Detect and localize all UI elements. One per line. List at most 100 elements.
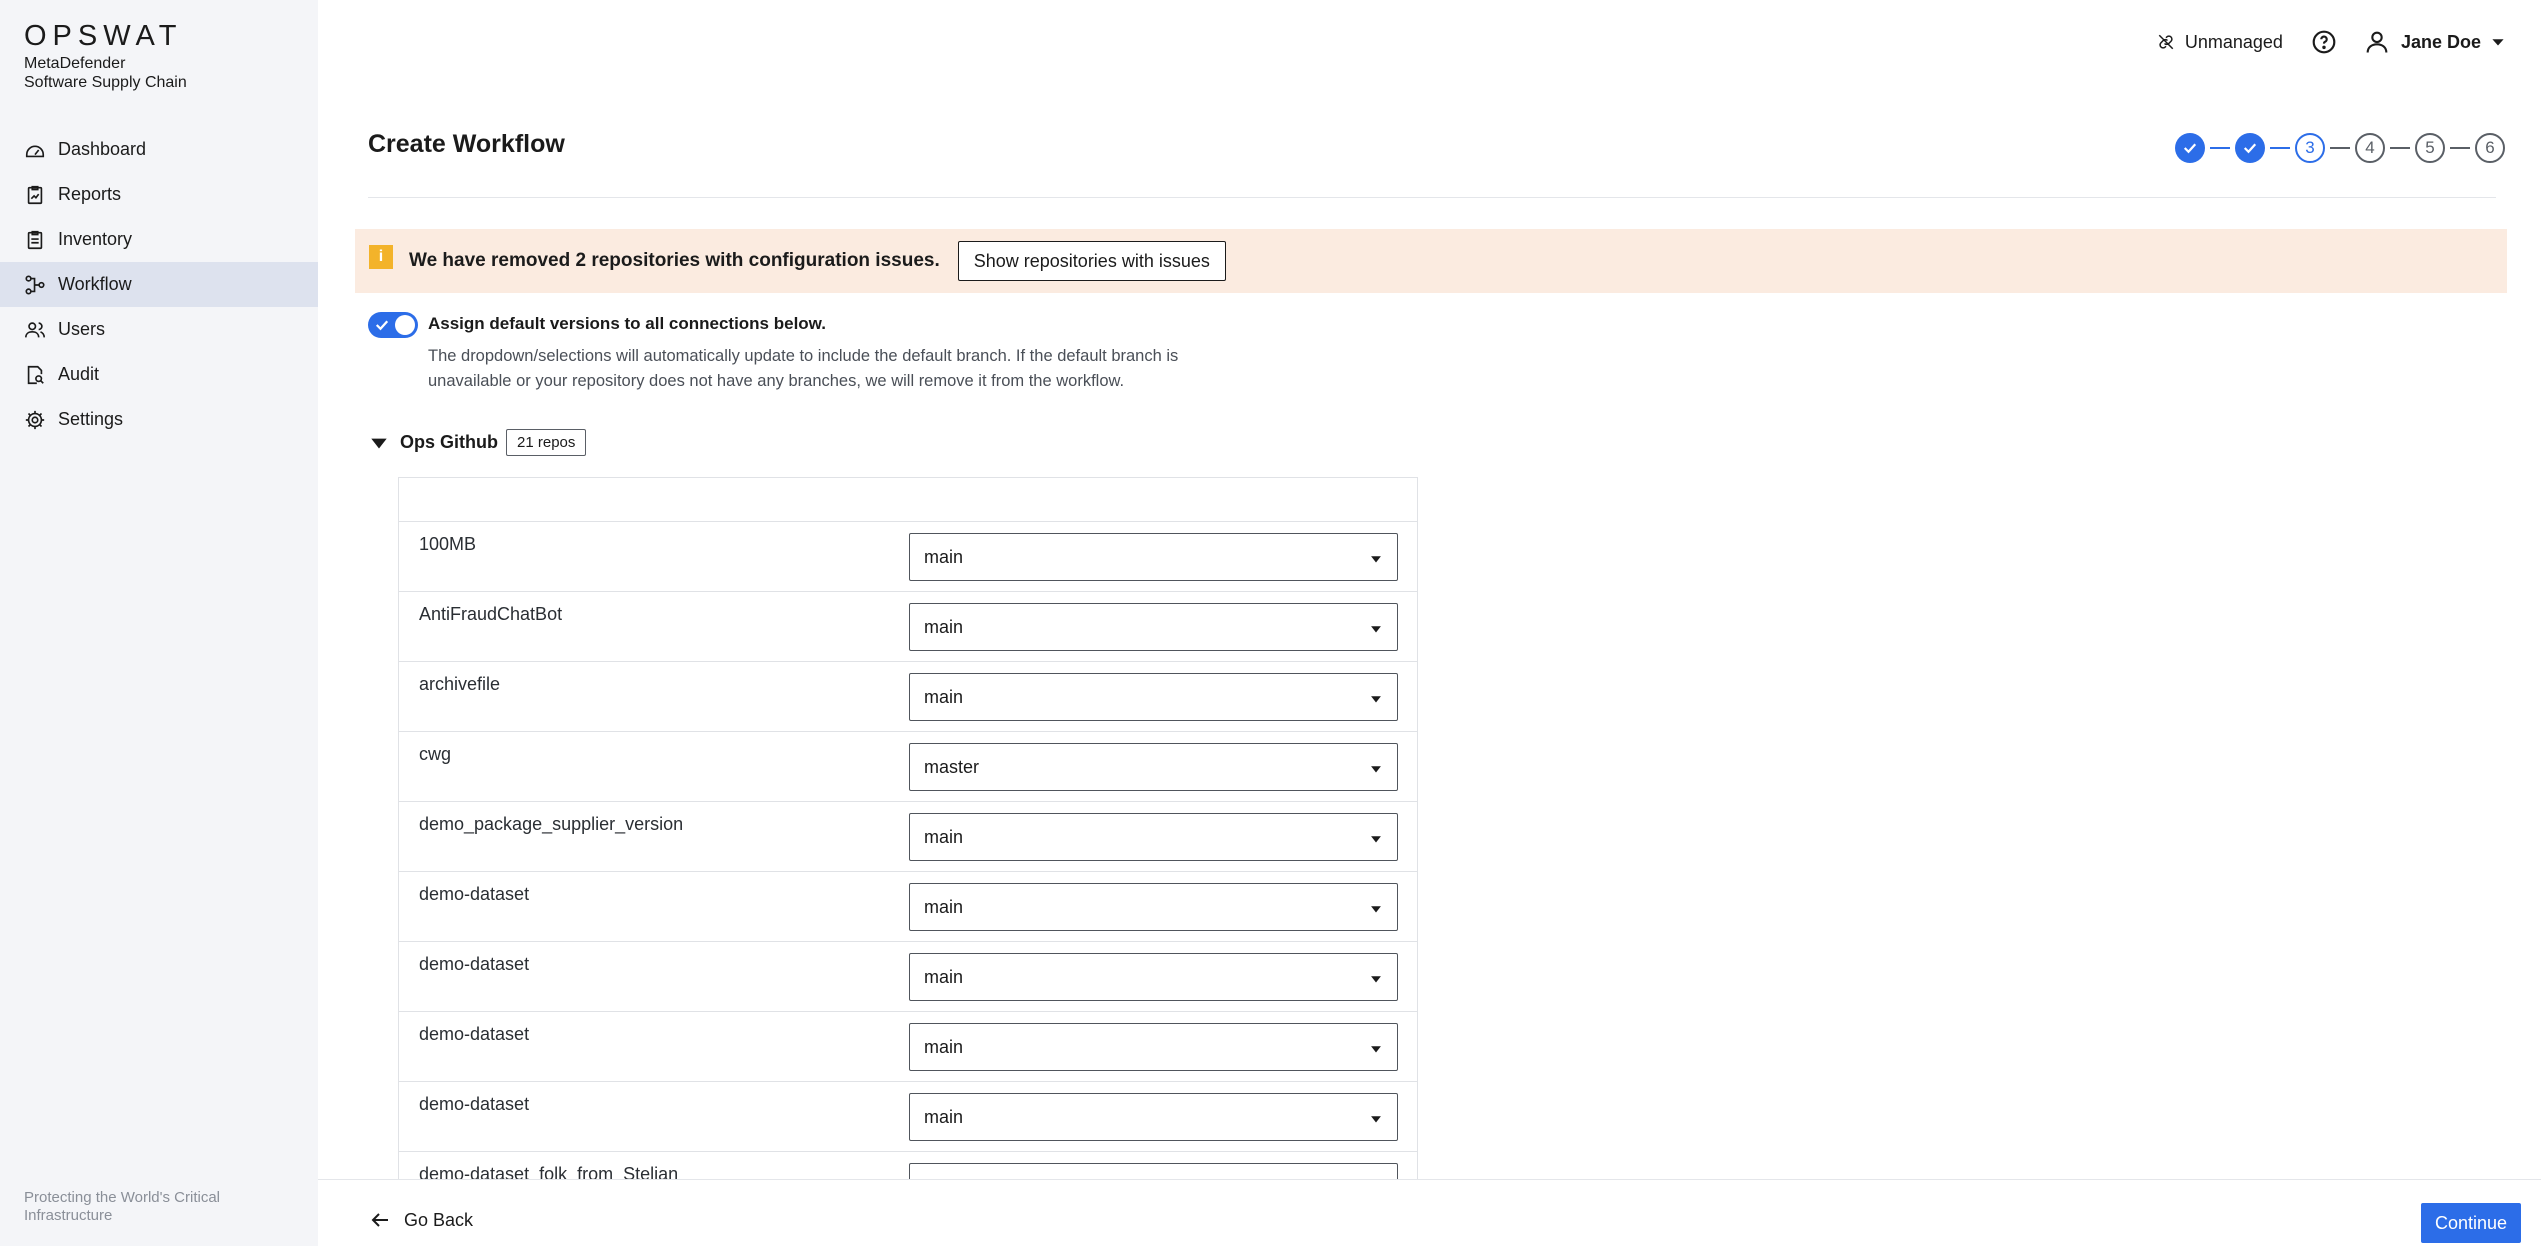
sidebar-item-reports[interactable]: Reports <box>0 172 318 217</box>
table-row: demo-dataset_folk_from_Stelian <box>399 1152 1417 1179</box>
repo-table-scroll[interactable]: 100MB main AntiFraudChatBot main archive… <box>398 477 1418 1179</box>
chevron-down-icon <box>2492 39 2504 46</box>
user-menu[interactable]: Jane Doe <box>2363 28 2505 56</box>
page-title: Create Workflow <box>368 130 565 158</box>
branch-select[interactable]: main <box>909 813 1398 861</box>
step-connector <box>2450 147 2470 149</box>
caret-down-icon[interactable] <box>368 432 390 454</box>
toggle-knob <box>395 315 415 335</box>
repo-name: archivefile <box>419 674 501 694</box>
default-versions-toggle[interactable] <box>368 312 418 338</box>
default-versions-description: The dropdown/selections will automatical… <box>428 347 1179 390</box>
branch-select[interactable]: main <box>909 603 1398 651</box>
chevron-down-icon <box>1371 696 1381 703</box>
repo-name: demo-dataset <box>419 954 530 974</box>
audit-icon <box>24 364 46 386</box>
default-versions-label: Assign default versions to all connectio… <box>428 314 826 333</box>
branch-value: main <box>924 896 964 917</box>
branch-select[interactable] <box>909 1163 1398 1179</box>
connection-group-header: Ops Github 21 repos <box>368 429 587 456</box>
chevron-down-icon <box>1371 556 1381 563</box>
check-icon <box>2243 143 2257 154</box>
branch-select[interactable]: main <box>909 883 1398 931</box>
repo-name: demo-dataset <box>419 1024 530 1044</box>
sidebar-item-inventory[interactable]: Inventory <box>0 217 318 262</box>
repo-count-badge: 21 repos <box>506 429 587 456</box>
step-connector <box>2390 147 2410 149</box>
chevron-down-icon <box>1371 906 1381 913</box>
check-icon <box>375 320 389 331</box>
table-row: AntiFraudChatBot main <box>399 592 1417 662</box>
link-icon <box>2158 34 2174 50</box>
sidebar-item-label: Settings <box>58 409 124 429</box>
branch-select[interactable]: master <box>909 743 1398 791</box>
check-icon <box>2183 143 2197 154</box>
chevron-down-icon <box>1371 836 1381 843</box>
help-icon[interactable] <box>2311 29 2337 55</box>
inventory-icon <box>24 229 46 251</box>
branch-value: main <box>924 616 964 637</box>
step-connector <box>2210 147 2230 149</box>
sidebar-item-label: Audit <box>58 364 100 384</box>
repo-name: cwg <box>419 744 452 764</box>
dashboard-icon <box>24 139 46 161</box>
repo-name: demo-dataset <box>419 884 530 904</box>
table-row: cwg master <box>399 732 1417 802</box>
sidebar-item-workflow[interactable]: Workflow <box>0 262 318 307</box>
reports-icon <box>24 184 46 206</box>
footer-divider <box>318 1179 2541 1180</box>
repo-name: 100MB <box>419 534 477 554</box>
info-icon: i <box>369 245 393 269</box>
step-3: 3 <box>2295 133 2325 163</box>
step-6: 6 <box>2475 133 2505 163</box>
go-back-label: Go Back <box>404 1209 474 1230</box>
sidebar: OPSWAT MetaDefender Software Supply Chai… <box>0 0 318 1246</box>
branch-select[interactable]: main <box>909 1023 1398 1071</box>
branch-select[interactable]: main <box>909 673 1398 721</box>
table-header <box>399 478 1417 522</box>
step-5: 5 <box>2415 133 2445 163</box>
opswat-logo[interactable]: OPSWAT <box>24 20 182 53</box>
chevron-down-icon <box>1371 766 1381 773</box>
unmanaged-label: Unmanaged <box>2184 31 2283 52</box>
step-connector <box>2330 147 2350 149</box>
step-connector <box>2270 147 2290 149</box>
repo-name: demo-dataset_folk_from_Stelian <box>419 1164 679 1179</box>
sidebar-nav: Dashboard Reports Inventory Workflow Use… <box>0 127 318 442</box>
branch-value: main <box>924 966 964 987</box>
repo-table: 100MB main AntiFraudChatBot main archive… <box>398 477 1418 1179</box>
sidebar-item-dashboard[interactable]: Dashboard <box>0 127 318 172</box>
branch-value: main <box>924 1106 964 1127</box>
table-row: demo-dataset main <box>399 1082 1417 1152</box>
branch-select[interactable]: main <box>909 953 1398 1001</box>
repo-name: demo-dataset <box>419 1094 530 1114</box>
repo-name: AntiFraudChatBot <box>419 604 563 624</box>
topbar: Unmanaged Jane Doe <box>2157 26 2505 58</box>
go-back-button[interactable]: Go Back <box>368 1208 473 1232</box>
branch-value: main <box>924 686 964 707</box>
table-row: demo_package_supplier_version main <box>399 802 1417 872</box>
show-repositories-button[interactable]: Show repositories with issues <box>957 241 1226 281</box>
branch-value: main <box>924 826 964 847</box>
table-row: demo-dataset main <box>399 942 1417 1012</box>
settings-icon <box>24 409 46 431</box>
sidebar-item-label: Workflow <box>58 274 132 294</box>
branch-select[interactable]: main <box>909 533 1398 581</box>
sidebar-item-audit[interactable]: Audit <box>0 352 318 397</box>
workflow-icon <box>24 274 46 296</box>
sidebar-item-settings[interactable]: Settings <box>0 397 318 442</box>
sidebar-item-label: Inventory <box>58 229 133 249</box>
step-1 <box>2175 133 2205 163</box>
sidebar-item-users[interactable]: Users <box>0 307 318 352</box>
unmanaged-link[interactable]: Unmanaged <box>2157 32 2283 53</box>
arrow-left-icon <box>371 1213 388 1227</box>
sidebar-item-label: Dashboard <box>58 139 147 159</box>
branch-select[interactable]: main <box>909 1093 1398 1141</box>
sidebar-item-label: Reports <box>58 184 122 204</box>
table-row: demo-dataset main <box>399 872 1417 942</box>
branch-value: master <box>924 756 980 777</box>
continue-button[interactable]: Continue <box>2421 1203 2521 1243</box>
repo-name: demo_package_supplier_version <box>419 814 684 834</box>
warning-banner: i We have removed 2 repositories with co… <box>355 229 2507 293</box>
header-divider <box>368 197 2496 198</box>
